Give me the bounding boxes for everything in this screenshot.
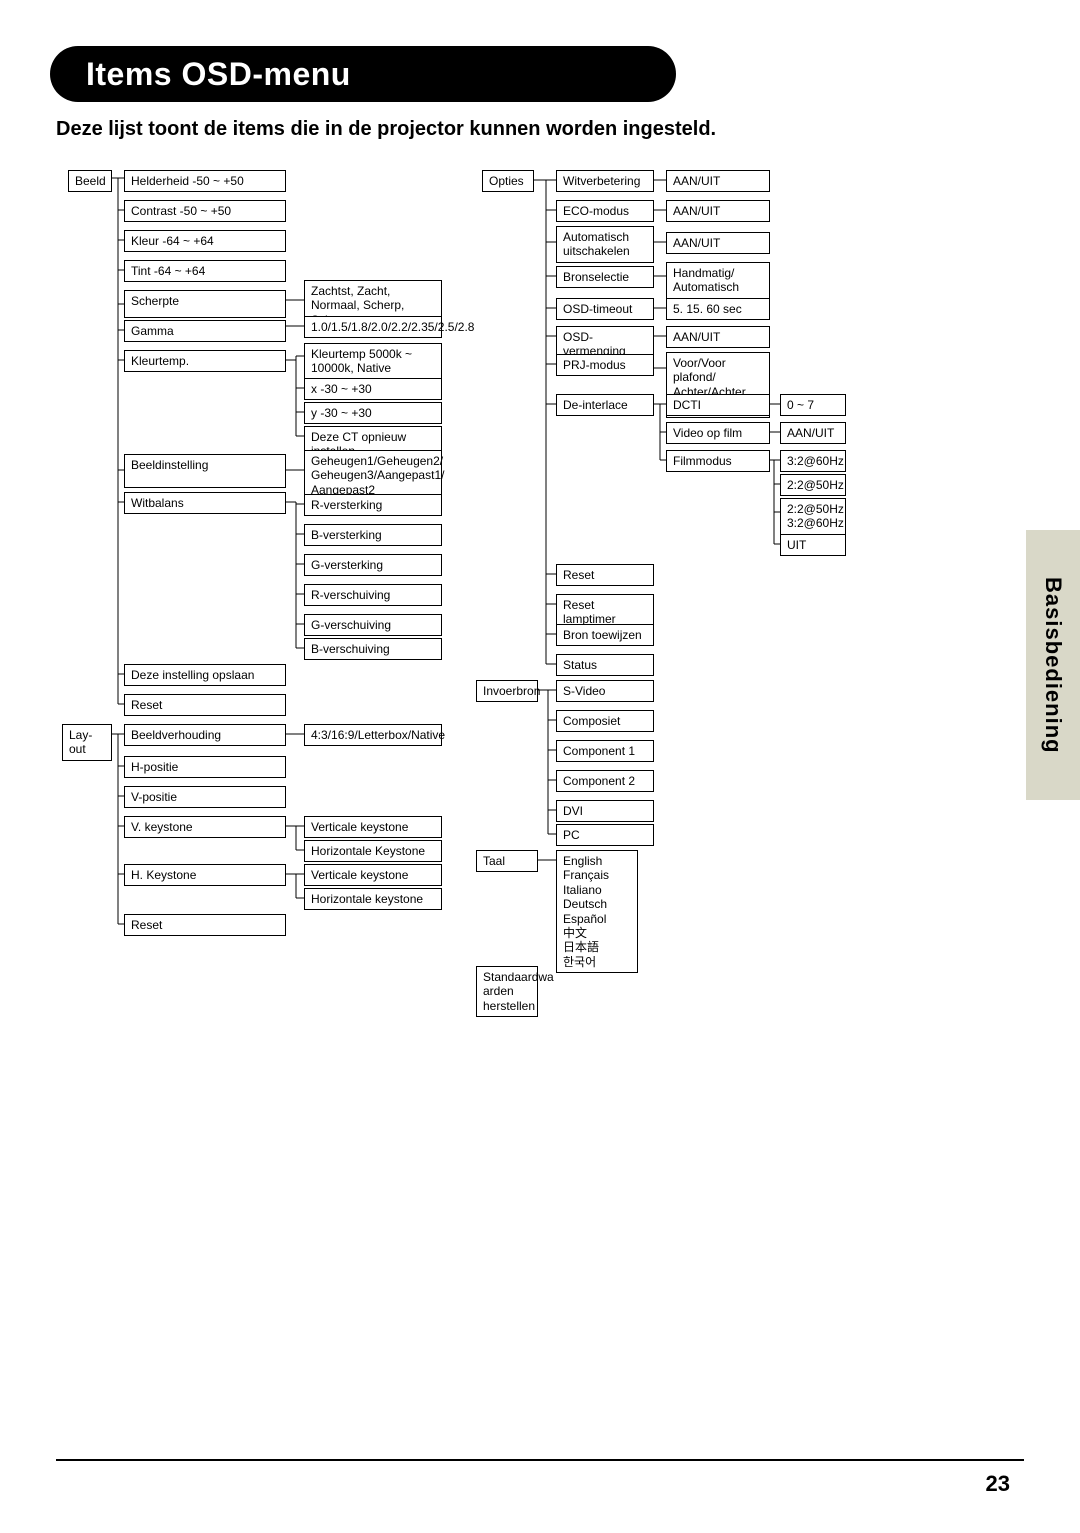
page-number: 23 [986,1471,1010,1497]
tree-connectors [0,0,1080,1533]
footer-rule [56,1459,1024,1461]
